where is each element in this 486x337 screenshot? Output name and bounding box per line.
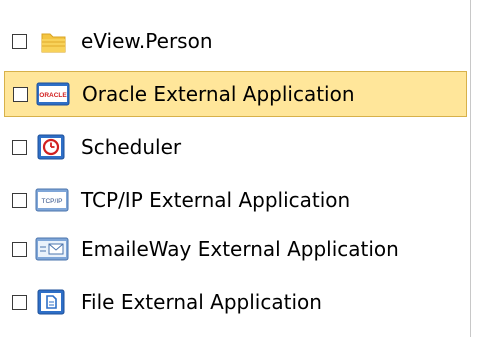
- checkbox[interactable]: [12, 192, 27, 208]
- folder-icon: [41, 33, 66, 53]
- tree-item-emaileway-external-application[interactable]: EmaileWay External Application: [12, 226, 464, 272]
- tree-item-label: Scheduler: [81, 135, 182, 159]
- tree-item-tcpip-external-application[interactable]: TCP/IP TCP/IP External Application: [12, 177, 464, 223]
- tree-item-label: eView.Person: [81, 29, 213, 53]
- oracle-badge-text: ORACLE: [39, 92, 67, 99]
- tcpip-app-icon: TCP/IP: [35, 188, 69, 212]
- email-app-icon: [35, 237, 69, 261]
- file-app-icon: [37, 289, 65, 315]
- tree-item-label: EmaileWay External Application: [81, 237, 399, 261]
- checkbox[interactable]: [12, 294, 27, 310]
- tree-item-oracle-external-application[interactable]: ORACLE Oracle External Application: [4, 71, 467, 117]
- checkbox[interactable]: [13, 86, 28, 102]
- tree-item-scheduler[interactable]: Scheduler: [12, 124, 464, 170]
- tree-item-eview-person[interactable]: eView.Person: [12, 18, 464, 64]
- oracle-app-icon: ORACLE: [36, 82, 70, 106]
- scheduler-icon: [37, 134, 65, 160]
- tree-item-label: File External Application: [81, 290, 322, 314]
- tree-item-file-external-application[interactable]: File External Application: [12, 279, 464, 325]
- tree-item-label: Oracle External Application: [82, 82, 355, 106]
- checkbox[interactable]: [12, 139, 27, 155]
- component-tree-panel: eView.Person ORACLE Oracle External Appl…: [0, 0, 471, 337]
- tcpip-badge-text: TCP/IP: [42, 198, 63, 205]
- checkbox[interactable]: [12, 33, 27, 49]
- checkbox[interactable]: [12, 241, 27, 257]
- tree-item-label: TCP/IP External Application: [81, 188, 351, 212]
